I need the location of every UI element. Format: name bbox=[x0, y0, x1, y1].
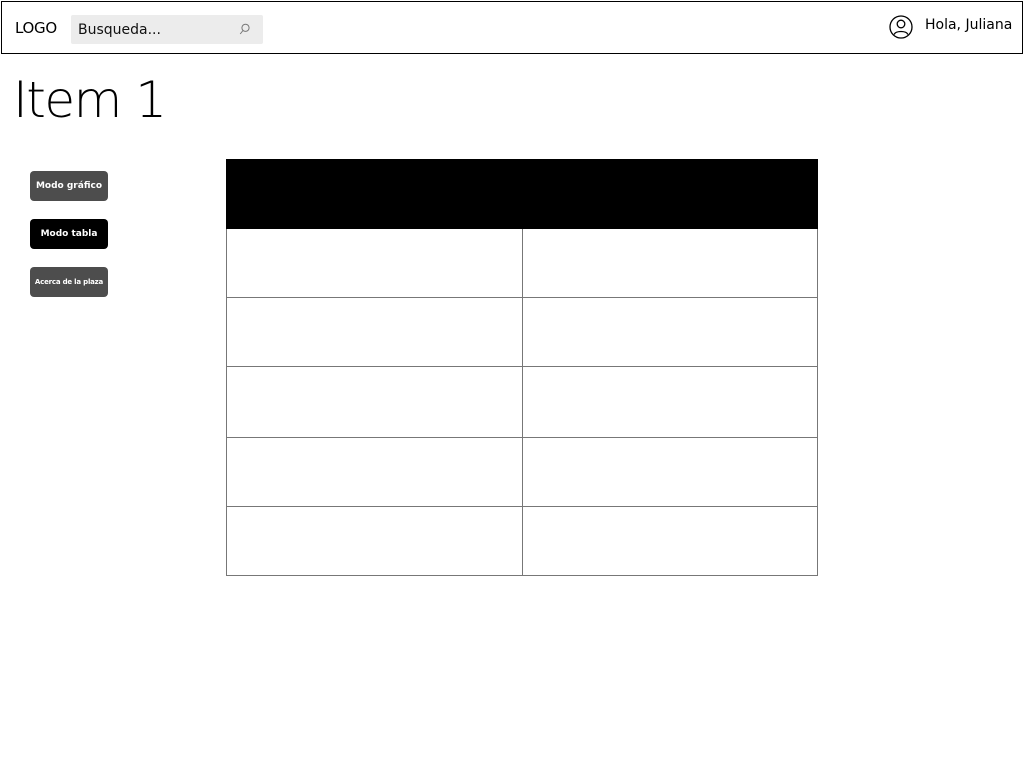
data-table bbox=[226, 159, 818, 576]
graph-mode-button[interactable]: Modo gráfico bbox=[30, 171, 108, 201]
search-box[interactable] bbox=[71, 15, 263, 44]
table-cell bbox=[522, 367, 817, 437]
top-bar: LOGO Hola, Juliana bbox=[1, 1, 1023, 54]
about-plaza-button[interactable]: Acerca de la plaza bbox=[30, 267, 108, 297]
table-cell bbox=[227, 298, 522, 366]
table-cell bbox=[522, 507, 817, 575]
page-title: Item 1 bbox=[13, 71, 167, 129]
table-row bbox=[226, 507, 818, 576]
table-cell bbox=[227, 367, 522, 437]
user-avatar-icon[interactable] bbox=[889, 15, 913, 39]
table-cell bbox=[227, 229, 522, 297]
table-row bbox=[226, 229, 818, 298]
table-cell bbox=[522, 229, 817, 297]
table-header bbox=[226, 159, 818, 229]
table-cell bbox=[227, 507, 522, 575]
user-greeting[interactable]: Hola, Juliana bbox=[925, 17, 1012, 33]
table-cell bbox=[227, 438, 522, 506]
logo[interactable]: LOGO bbox=[15, 19, 57, 37]
table-mode-button[interactable]: Modo tabla bbox=[30, 219, 108, 249]
search-icon[interactable] bbox=[239, 23, 251, 35]
table-cell bbox=[522, 298, 817, 366]
search-input[interactable] bbox=[71, 15, 231, 44]
table-row bbox=[226, 367, 818, 438]
table-cell bbox=[522, 438, 817, 506]
table-row bbox=[226, 438, 818, 507]
table-row bbox=[226, 298, 818, 367]
